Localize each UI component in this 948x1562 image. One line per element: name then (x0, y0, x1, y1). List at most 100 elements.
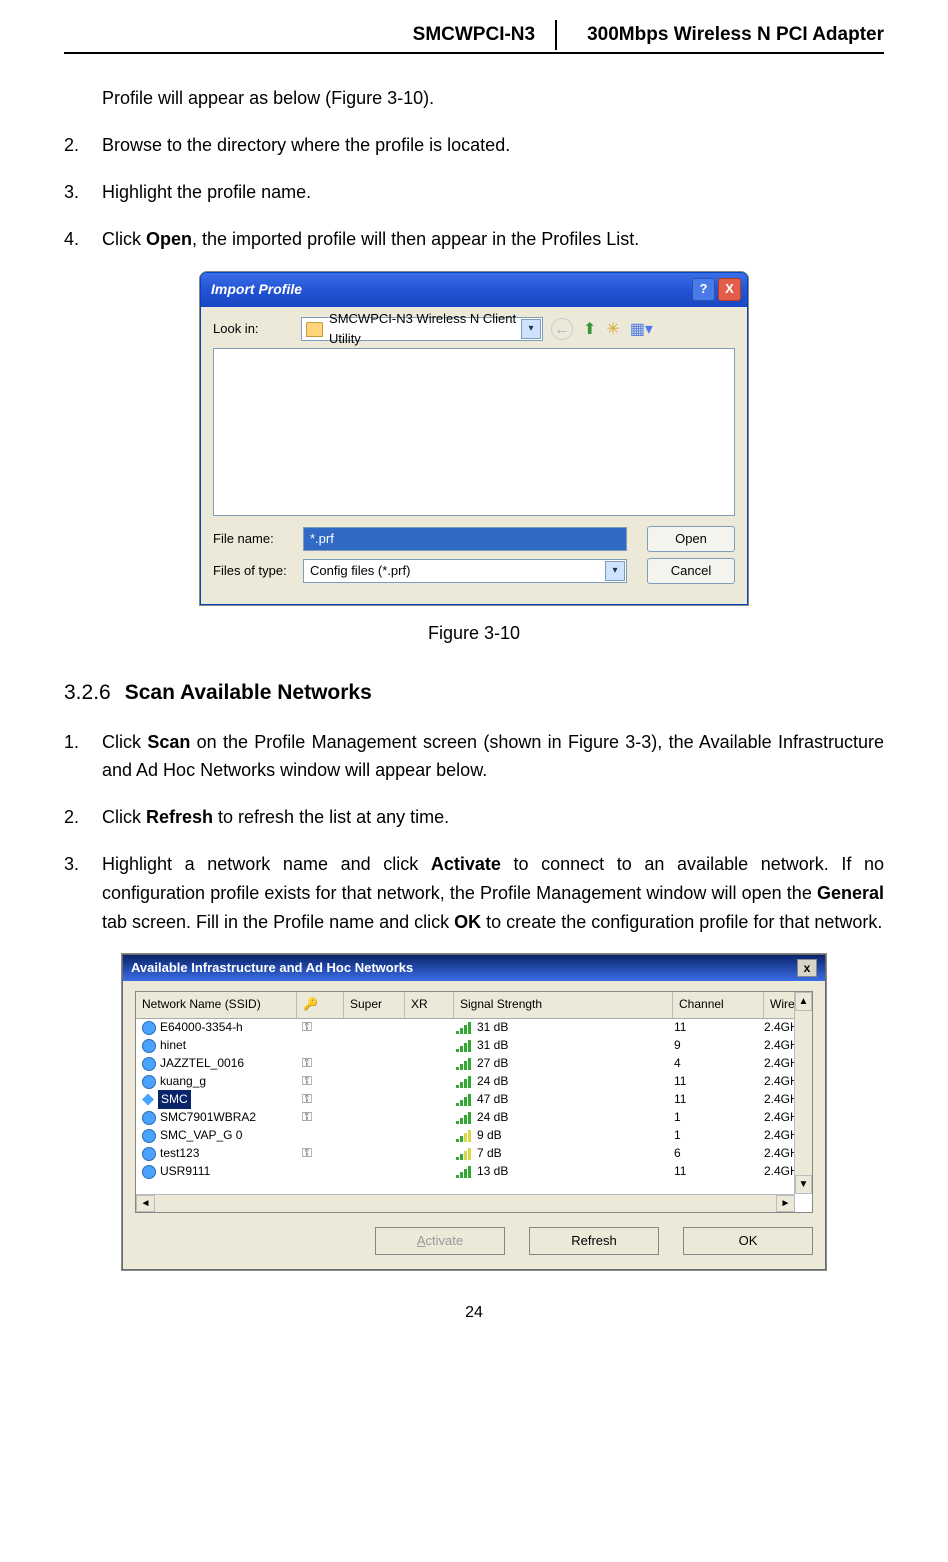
header-product: 300Mbps Wireless N PCI Adapter (587, 20, 884, 50)
step-b2: 2. Click Refresh to refresh the list at … (64, 803, 884, 832)
scroll-down-icon[interactable]: ▼ (795, 1175, 812, 1194)
file-list[interactable] (213, 348, 735, 516)
figure-caption-3-10: Figure 3-10 (64, 619, 884, 648)
signal-cell: 31 dB (477, 1020, 508, 1034)
dialog-titlebar[interactable]: Available Infrastructure and Ad Hoc Netw… (123, 955, 825, 981)
available-networks-dialog: Available Infrastructure and Ad Hoc Netw… (122, 954, 826, 1270)
lock-icon: ⚿ (302, 1055, 312, 1070)
back-icon[interactable]: ← (551, 318, 573, 340)
col-channel[interactable]: Channel (673, 992, 764, 1017)
step-b3: 3. Highlight a network name and click Ac… (64, 850, 884, 936)
network-icon (142, 1129, 156, 1143)
lock-icon: ⚿ (302, 1145, 312, 1160)
step-number: 2. (64, 131, 79, 160)
new-folder-icon[interactable]: ✳ (606, 317, 619, 343)
signal-bars-icon (456, 1094, 471, 1106)
horizontal-scrollbar[interactable]: ◄ ► (136, 1194, 795, 1212)
signal-cell: 24 dB (477, 1074, 508, 1088)
activate-button[interactable]: Activate (375, 1227, 505, 1255)
table-row[interactable]: SMC7901WBRA2⚿24 dB12.4GH (136, 1109, 812, 1127)
signal-cell: 47 dB (477, 1092, 508, 1106)
filetype-combo[interactable]: Config files (*.prf) ▾ (303, 559, 627, 583)
scroll-track[interactable] (155, 1195, 776, 1212)
cancel-button[interactable]: Cancel (647, 558, 735, 584)
chevron-down-icon[interactable]: ▾ (605, 561, 625, 581)
up-folder-icon[interactable]: ⬆ (583, 317, 596, 343)
col-xr[interactable]: XR (405, 992, 454, 1017)
intro-text: Profile will appear as below (Figure 3-1… (64, 84, 884, 113)
lock-icon: ⚿ (302, 1019, 312, 1034)
view-menu-icon[interactable]: ▦▾ (630, 317, 653, 343)
section-number: 3.2.6 (64, 681, 111, 704)
col-security[interactable]: 🔑 (297, 992, 344, 1017)
network-icon (142, 1021, 156, 1035)
close-button[interactable]: x (797, 959, 817, 977)
dialog-title: Import Profile (211, 278, 689, 300)
close-button[interactable]: X (718, 278, 741, 301)
step-text: Click Scan on the Profile Management scr… (102, 732, 884, 781)
signal-bars-icon (456, 1112, 471, 1124)
table-row[interactable]: kuang_g⚿24 dB112.4GH (136, 1073, 812, 1091)
col-super[interactable]: Super (344, 992, 405, 1017)
signal-bars-icon (456, 1022, 471, 1034)
filetype-label: Files of type: (213, 561, 293, 582)
table-row[interactable]: SMC⚿47 dB112.4GH (136, 1091, 812, 1109)
open-button[interactable]: Open (647, 526, 735, 552)
network-icon (142, 1075, 156, 1089)
refresh-button[interactable]: Refresh (529, 1227, 659, 1255)
step-number: 1. (64, 728, 79, 757)
header-model: SMCWPCI-N3 (413, 20, 557, 50)
filename-label: File name: (213, 529, 293, 550)
page-number: 24 (64, 1300, 884, 1326)
lookin-value: SMCWPCI-N3 Wireless N Client Utility (329, 309, 538, 351)
signal-cell: 9 dB (477, 1128, 502, 1142)
signal-cell: 27 dB (477, 1056, 508, 1070)
folder-icon (306, 322, 323, 337)
signal-bars-icon (456, 1148, 471, 1160)
channel-cell: 11 (668, 1161, 758, 1182)
help-button[interactable]: ? (692, 278, 715, 301)
scroll-track[interactable] (795, 1011, 812, 1175)
scroll-up-icon[interactable]: ▲ (795, 992, 812, 1011)
steps-list-b: 1. Click Scan on the Profile Management … (64, 728, 884, 937)
table-row[interactable]: JAZZTEL_0016⚿27 dB42.4GH (136, 1055, 812, 1073)
filename-value: *.prf (310, 529, 334, 550)
vertical-scrollbar[interactable]: ▲ ▼ (794, 992, 812, 1194)
networks-table: Network Name (SSID) 🔑 Super XR Signal St… (135, 991, 813, 1213)
lock-icon: ⚿ (302, 1073, 312, 1088)
signal-bars-icon (456, 1130, 471, 1142)
filetype-value: Config files (*.prf) (310, 561, 410, 582)
lookin-label: Look in: (213, 319, 293, 340)
section-heading: 3.2.6Scan Available Networks (64, 676, 884, 710)
signal-cell: 24 dB (477, 1110, 508, 1124)
table-row[interactable]: E64000-3354-h⚿31 dB112.4GH (136, 1019, 812, 1037)
signal-cell: 7 dB (477, 1146, 502, 1160)
step-a2: 2. Browse to the directory where the pro… (64, 131, 884, 160)
filename-input[interactable]: *.prf (303, 527, 627, 551)
step-number: 3. (64, 850, 79, 879)
table-header: Network Name (SSID) 🔑 Super XR Signal St… (136, 992, 812, 1018)
col-signal[interactable]: Signal Strength (454, 992, 673, 1017)
lookin-combo[interactable]: SMCWPCI-N3 Wireless N Client Utility ▾ (301, 317, 543, 341)
signal-bars-icon (456, 1166, 471, 1178)
table-row[interactable]: SMC_VAP_G 09 dB12.4GH (136, 1127, 812, 1145)
scroll-left-icon[interactable]: ◄ (136, 1195, 155, 1212)
signal-bars-icon (456, 1076, 471, 1088)
col-ssid[interactable]: Network Name (SSID) (136, 992, 297, 1017)
steps-list-a: 2. Browse to the directory where the pro… (64, 131, 884, 253)
table-row[interactable]: test123⚿7 dB62.4GH (136, 1145, 812, 1163)
chevron-down-icon[interactable]: ▾ (521, 319, 541, 339)
step-b1: 1. Click Scan on the Profile Management … (64, 728, 884, 786)
signal-cell: 13 dB (477, 1164, 508, 1178)
dialog-titlebar[interactable]: Import Profile ? X (201, 273, 747, 307)
table-row[interactable]: hinet31 dB92.4GH (136, 1037, 812, 1055)
lock-icon: ⚿ (302, 1109, 312, 1124)
table-row[interactable]: USR911113 dB112.4GH (136, 1163, 812, 1181)
scroll-right-icon[interactable]: ► (776, 1195, 795, 1212)
signal-cell: 31 dB (477, 1038, 508, 1052)
step-number: 3. (64, 178, 79, 207)
ssid-cell: USR9111 (160, 1162, 210, 1181)
step-text: Browse to the directory where the profil… (102, 135, 510, 155)
ok-button[interactable]: OK (683, 1227, 813, 1255)
network-icon (142, 1165, 156, 1179)
